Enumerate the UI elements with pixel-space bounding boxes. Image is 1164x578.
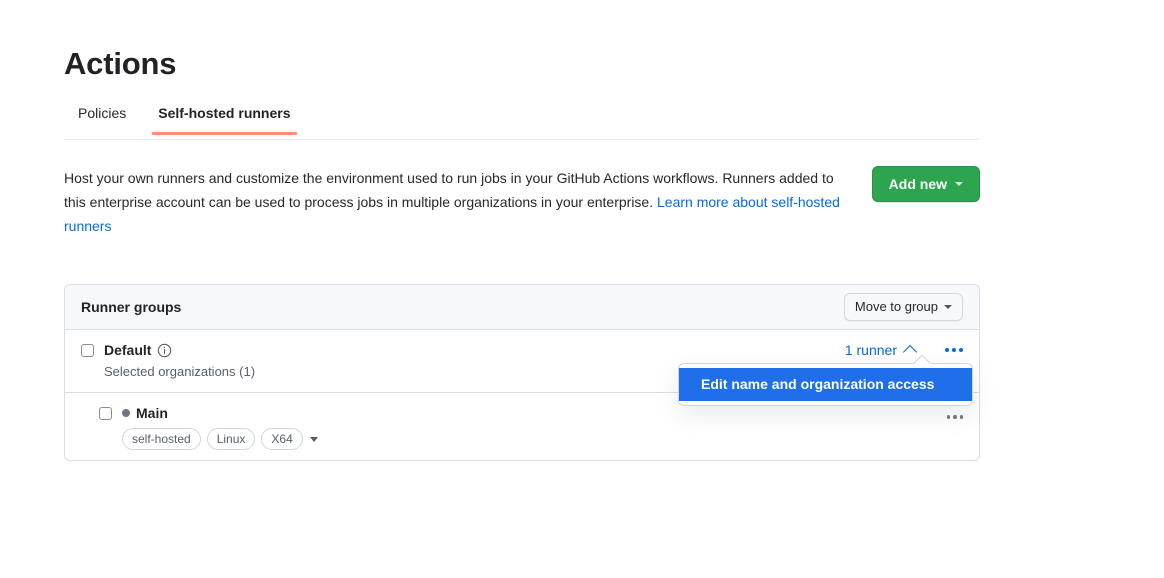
description-text: Host your own runners and customize the … — [64, 166, 844, 238]
chevron-down-icon — [955, 182, 963, 186]
move-to-group-label: Move to group — [855, 298, 938, 316]
tab-navigation: Policies Self-hosted runners — [64, 104, 980, 140]
kebab-dot — [952, 348, 956, 352]
runner-title-line: Main — [122, 403, 318, 423]
info-icon[interactable] — [157, 343, 172, 358]
runner-groups-header: Runner groups Move to group — [65, 285, 979, 330]
group-title-line: Default — [104, 340, 255, 360]
chevron-down-icon[interactable] — [310, 437, 318, 442]
tab-self-hosted-runners[interactable]: Self-hosted runners — [142, 104, 306, 134]
group-kebab-menu-button[interactable] — [945, 348, 963, 352]
tab-policies[interactable]: Policies — [64, 104, 142, 134]
kebab-dot — [960, 415, 964, 419]
kebab-dot — [953, 415, 957, 419]
runner-status-dot-icon — [122, 409, 130, 417]
page-title: Actions — [64, 0, 980, 84]
page-content: Actions Policies Self-hosted runners Hos… — [64, 0, 980, 461]
actions-settings-page: Actions Policies Self-hosted runners Hos… — [0, 0, 1164, 578]
group-name: Default — [104, 342, 151, 358]
runner-row-left: Main self-hosted Linux X64 — [99, 403, 318, 450]
runner-groups-card: Runner groups Move to group Default — [64, 284, 980, 461]
runner-row-body: Main self-hosted Linux X64 — [122, 403, 318, 450]
runner-count-toggle[interactable]: 1 runner — [845, 342, 915, 358]
runner-name[interactable]: Main — [136, 405, 168, 421]
runner-group-row-default: Default Selected organizations (1) — [65, 330, 979, 393]
group-select-checkbox[interactable] — [81, 344, 94, 357]
runner-groups-title: Runner groups — [81, 299, 181, 315]
group-row-body: Default Selected organizations (1) — [104, 340, 255, 382]
runner-label-linux[interactable]: Linux — [207, 428, 256, 450]
menu-item-edit-name-and-organization-access[interactable]: Edit name and organization access — [679, 368, 972, 401]
kebab-dot — [947, 415, 951, 419]
chevron-down-icon — [944, 305, 952, 309]
description-row: Host your own runners and customize the … — [64, 166, 980, 238]
group-row-right: 1 runner — [845, 340, 963, 358]
runner-labels: self-hosted Linux X64 — [122, 428, 318, 450]
group-subtitle: Selected organizations (1) — [104, 362, 255, 382]
group-actions-dropdown: Edit name and organization access — [678, 363, 973, 406]
kebab-dot — [959, 348, 963, 352]
kebab-dot — [945, 348, 949, 352]
runner-kebab-menu-button[interactable] — [947, 415, 964, 419]
runner-select-checkbox[interactable] — [99, 407, 112, 420]
chevron-up-icon — [903, 345, 917, 359]
group-row-left: Default Selected organizations (1) — [81, 340, 255, 382]
runner-label-x64[interactable]: X64 — [261, 428, 302, 450]
add-new-button[interactable]: Add new — [872, 166, 980, 202]
add-new-button-label: Add new — [889, 174, 947, 194]
move-to-group-button[interactable]: Move to group — [844, 293, 963, 321]
runner-label-self-hosted[interactable]: self-hosted — [122, 428, 201, 450]
runner-count-label: 1 runner — [845, 342, 897, 358]
